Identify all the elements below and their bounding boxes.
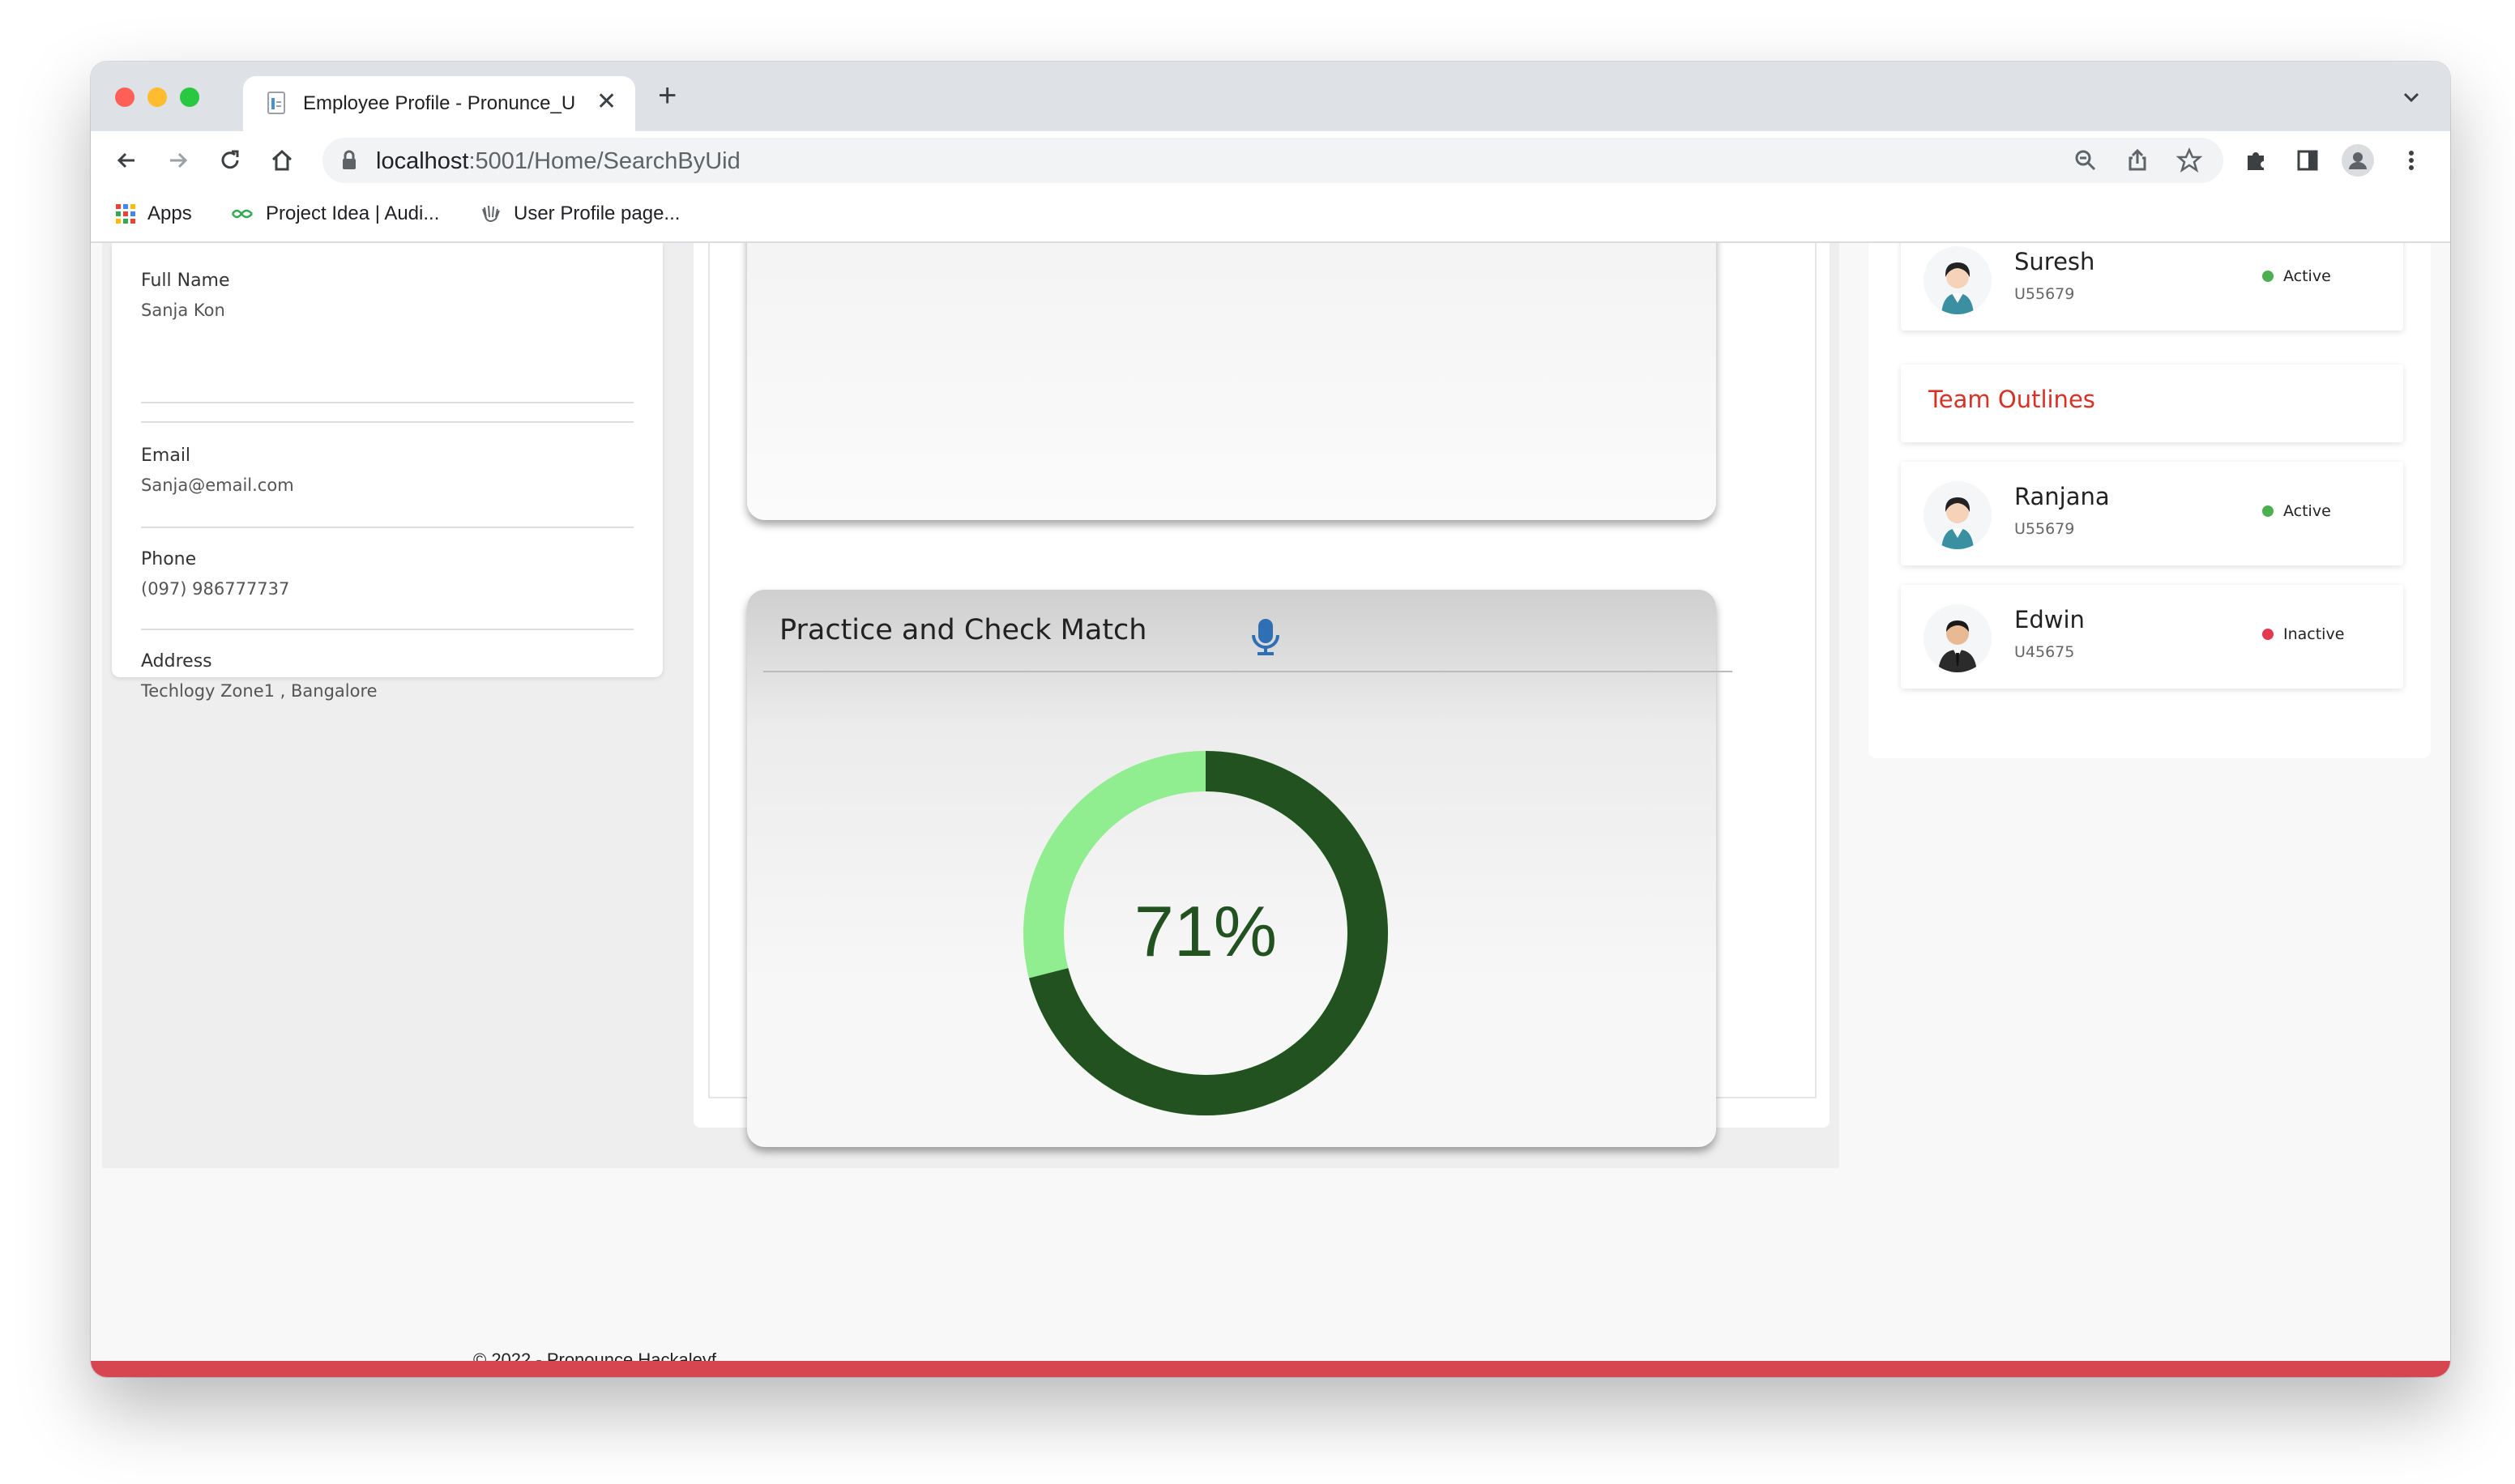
bookmark-project-idea[interactable]: Project Idea | Audi... bbox=[230, 203, 439, 225]
team-outlines-title: Team Outlines bbox=[1928, 386, 2095, 413]
email-value: Sanja@email.com bbox=[141, 475, 294, 495]
status-badge: Active bbox=[2262, 267, 2331, 285]
address-label: Address bbox=[141, 651, 212, 672]
full-name-label: Full Name bbox=[141, 271, 230, 291]
divider bbox=[141, 402, 634, 403]
male-avatar-icon bbox=[1924, 604, 1992, 672]
practice-check-match-card: Practice and Check Match 71% bbox=[747, 590, 1732, 1147]
tab-title: Employee Profile - Pronunce_‎U bbox=[303, 92, 576, 114]
profile-details-card: Full Name Sanja Kon Email Sanja@email.co… bbox=[112, 243, 663, 701]
member-name: Suresh bbox=[2014, 248, 2095, 275]
back-icon[interactable] bbox=[110, 144, 143, 177]
female-avatar-icon bbox=[1924, 246, 1992, 314]
status-badge: Inactive bbox=[2262, 625, 2344, 643]
bookmark-user-profile[interactable]: User Profile page... bbox=[478, 203, 680, 225]
profile-avatar-icon[interactable] bbox=[2342, 144, 2374, 177]
status-dot bbox=[2262, 629, 2274, 640]
tab-close-icon[interactable]: ✕ bbox=[596, 87, 617, 116]
document-icon bbox=[267, 92, 285, 114]
bookmarks-bar: Apps Project Idea | Audi... User Profile… bbox=[91, 190, 2450, 243]
close-window-button[interactable] bbox=[115, 87, 135, 107]
new-tab-button[interactable]: + bbox=[658, 78, 677, 114]
maximize-window-button[interactable] bbox=[180, 87, 199, 107]
url-text[interactable]: localhost:5001/Home/SearchByUid bbox=[376, 148, 741, 175]
previous-practice-card bbox=[747, 243, 1716, 520]
bookmark-star-icon[interactable] bbox=[2176, 147, 2202, 173]
browser-window: Employee Profile - Pronunce_‎U ✕ + local… bbox=[91, 62, 2450, 1377]
status-badge: Active bbox=[2262, 502, 2331, 520]
tab-search-chevron-icon[interactable] bbox=[2400, 86, 2423, 109]
apps-grid-icon bbox=[116, 204, 135, 224]
browser-menu-icon[interactable] bbox=[2395, 144, 2427, 177]
team-outlines-header: Team Outlines bbox=[1901, 365, 2403, 442]
reload-icon[interactable] bbox=[214, 144, 246, 177]
footer-bar bbox=[91, 1361, 2450, 1377]
lock-icon[interactable] bbox=[340, 150, 358, 171]
tab-bar: Employee Profile - Pronunce_‎U ✕ + bbox=[91, 62, 2450, 131]
match-percent-label: 71% bbox=[1134, 891, 1277, 971]
bookmark-apps[interactable]: Apps bbox=[115, 203, 192, 225]
address-field: Address Techlogy Zone1 , Bangalore bbox=[141, 651, 378, 701]
divider bbox=[141, 629, 634, 630]
page-content: Full Name Sanja Kon Email Sanja@email.co… bbox=[91, 243, 2450, 1377]
phone-field: Phone (097) 986777737 bbox=[141, 549, 289, 599]
browser-toolbar: localhost:5001/Home/SearchByUid bbox=[91, 131, 2450, 190]
team-member-card[interactable]: Ranjana U55679 Active bbox=[1901, 462, 2403, 565]
member-uid: U55679 bbox=[2014, 285, 2075, 303]
status-text: Active bbox=[2283, 502, 2331, 520]
status-text: Inactive bbox=[2283, 625, 2345, 643]
minimize-window-button[interactable] bbox=[147, 87, 167, 107]
status-dot bbox=[2262, 505, 2274, 517]
female-avatar-icon bbox=[1924, 481, 1992, 549]
bookmark-label: User Profile page... bbox=[514, 203, 681, 224]
home-icon[interactable] bbox=[266, 144, 298, 177]
bookmark-label: Apps bbox=[147, 203, 192, 224]
status-text: Active bbox=[2283, 267, 2331, 285]
address-value: Techlogy Zone1 , Bangalore bbox=[141, 681, 378, 701]
divider bbox=[763, 671, 1732, 672]
divider bbox=[141, 421, 634, 423]
hand-icon bbox=[482, 205, 500, 222]
status-dot bbox=[2262, 271, 2274, 282]
zoom-icon[interactable] bbox=[2073, 147, 2099, 173]
team-member-card[interactable]: Edwin U45675 Inactive bbox=[1901, 585, 2403, 689]
full-name-field: Full Name Sanja Kon bbox=[141, 271, 230, 320]
email-field: Email Sanja@email.com bbox=[141, 446, 294, 495]
browser-tab-active[interactable]: Employee Profile - Pronunce_‎U ✕ bbox=[243, 76, 635, 131]
divider bbox=[141, 527, 634, 528]
member-uid: U45675 bbox=[2014, 643, 2075, 661]
link-icon bbox=[231, 209, 253, 219]
full-name-value: Sanja Kon bbox=[141, 301, 225, 320]
member-uid: U55679 bbox=[2014, 520, 2075, 538]
match-donut-chart: 71% bbox=[1023, 751, 1388, 1115]
side-panel-icon[interactable] bbox=[2291, 144, 2324, 177]
practice-title: Practice and Check Match bbox=[779, 614, 1147, 646]
address-bar[interactable]: localhost:5001/Home/SearchByUid bbox=[322, 138, 2223, 183]
bookmark-label: Project Idea | Audi... bbox=[266, 203, 440, 224]
microphone-icon[interactable] bbox=[1245, 616, 1287, 658]
team-member-card[interactable]: Suresh U55679 Active bbox=[1901, 243, 2403, 330]
phone-value: (097) 986777737 bbox=[141, 579, 290, 599]
phone-label: Phone bbox=[141, 549, 197, 569]
forward-icon[interactable] bbox=[162, 144, 194, 177]
member-name: Edwin bbox=[2014, 606, 2085, 633]
share-icon[interactable] bbox=[2124, 147, 2150, 173]
member-name: Ranjana bbox=[2014, 483, 2110, 510]
extensions-puzzle-icon[interactable] bbox=[2240, 144, 2272, 177]
email-label: Email bbox=[141, 446, 191, 466]
